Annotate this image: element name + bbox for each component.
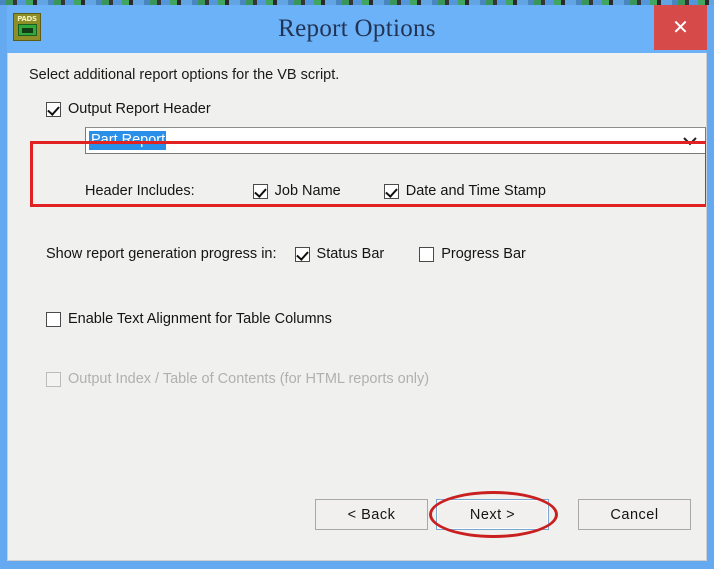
checkbox-date-and-time-stamp[interactable]: Date and Time Stamp <box>383 183 546 199</box>
checkbox-output-report-header[interactable]: Output Report Header <box>46 101 211 117</box>
report-header-combobox[interactable]: Part Report <box>85 127 706 154</box>
dialog-client-area: Select additional report options for the… <box>7 53 707 561</box>
checkbox-label: Progress Bar <box>441 246 526 262</box>
checkbox-label: Job Name <box>274 183 341 199</box>
checkbox-icon <box>46 371 61 387</box>
checkbox-label: Status Bar <box>316 246 385 262</box>
checkbox-label: Date and Time Stamp <box>405 183 546 199</box>
checkbox-icon[interactable] <box>252 183 268 199</box>
pads-logo-text: PADS <box>17 15 37 23</box>
instruction-text: Select additional report options for the… <box>29 67 340 83</box>
checkbox-label: Output Report Header <box>68 101 211 117</box>
header-includes-row: Header Includes: Job Name Date and Time … <box>85 183 546 199</box>
checkbox-label: Enable Text Alignment for Table Columns <box>68 311 332 327</box>
checkbox-enable-text-alignment[interactable]: Enable Text Alignment for Table Columns <box>46 311 332 327</box>
progress-display-row: Show report generation progress in: Stat… <box>46 246 526 262</box>
screenshot-root: PADS Report Options ✕ Select additional … <box>0 0 714 569</box>
close-icon[interactable]: ✕ <box>654 5 707 50</box>
checkbox-icon[interactable] <box>294 246 310 262</box>
checkbox-icon[interactable] <box>419 246 435 262</box>
progress-label: Show report generation progress in: <box>46 246 277 262</box>
checkbox-output-index-toc: Output Index / Table of Contents (for HT… <box>46 371 429 387</box>
pads-logo-chip <box>17 24 37 36</box>
page-title: Report Options <box>278 15 436 42</box>
checkbox-icon[interactable] <box>383 183 399 199</box>
next-button[interactable]: Next > <box>436 499 549 530</box>
checkbox-row: Output Index / Table of Contents (for HT… <box>46 371 429 387</box>
combobox-value[interactable]: Part Report <box>89 131 167 150</box>
checkbox-status-bar[interactable]: Status Bar <box>294 246 385 262</box>
checkbox-job-name[interactable]: Job Name <box>252 183 341 199</box>
back-button[interactable]: < Back <box>315 499 428 530</box>
checkbox-progress-bar[interactable]: Progress Bar <box>419 246 526 262</box>
checkbox-label: Output Index / Table of Contents (for HT… <box>68 371 430 387</box>
report-options-dialog: PADS Report Options ✕ Select additional … <box>0 5 714 569</box>
checkbox-icon[interactable] <box>46 101 61 117</box>
header-includes-label: Header Includes: <box>85 183 195 199</box>
chevron-down-icon[interactable] <box>683 134 697 148</box>
checkbox-row[interactable]: Output Report Header <box>46 101 211 117</box>
cancel-button[interactable]: Cancel <box>578 499 691 530</box>
checkbox-row[interactable]: Enable Text Alignment for Table Columns <box>46 311 332 327</box>
pads-logo-icon: PADS <box>13 13 41 41</box>
checkbox-icon[interactable] <box>46 311 61 327</box>
title-bar: PADS Report Options ✕ <box>7 5 707 53</box>
